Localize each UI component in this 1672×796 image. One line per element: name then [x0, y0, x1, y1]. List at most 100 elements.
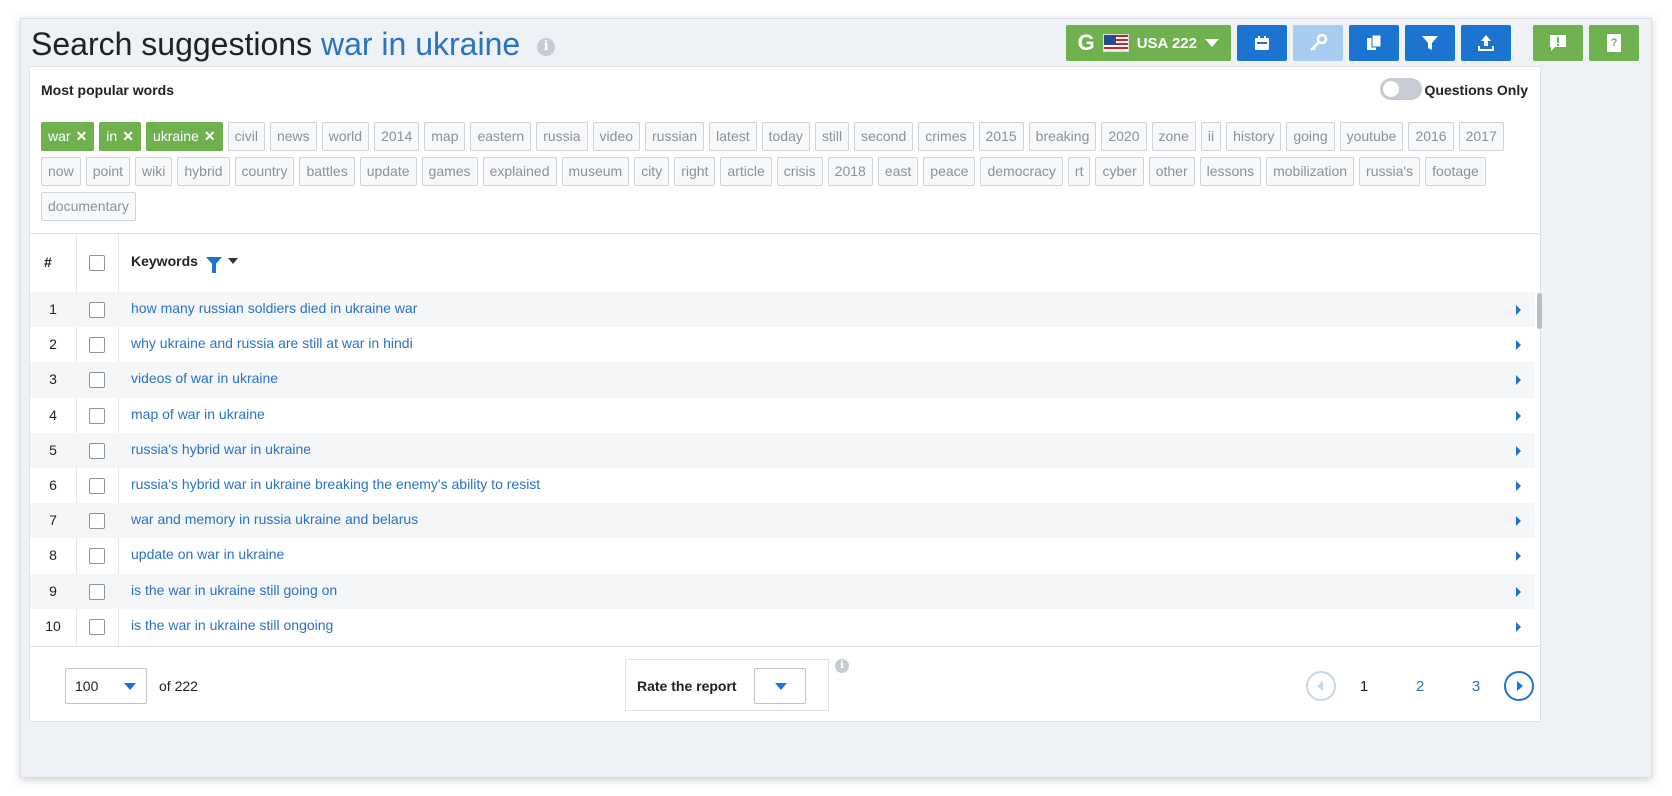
word-tag[interactable]: games	[421, 157, 478, 186]
word-tag[interactable]: now	[41, 157, 81, 186]
word-tag[interactable]: 2018	[827, 157, 873, 186]
selected-tag[interactable]: ukraine ✕	[145, 122, 223, 151]
info-icon[interactable]: i	[537, 37, 556, 56]
word-tag[interactable]: russian	[645, 122, 705, 151]
row-checkbox[interactable]	[89, 548, 105, 565]
prev-page-button[interactable]	[1306, 671, 1336, 701]
remove-tag-icon[interactable]: ✕	[122, 128, 134, 144]
expand-row-icon[interactable]	[1516, 621, 1521, 632]
word-tag[interactable]: other	[1148, 157, 1195, 186]
word-tag[interactable]: 2020	[1101, 122, 1147, 151]
help-button[interactable]: ?	[1589, 25, 1639, 61]
word-tag[interactable]: city	[634, 157, 670, 186]
filter-icon[interactable]	[205, 256, 222, 273]
word-tag[interactable]: update	[359, 157, 417, 186]
keyword-link[interactable]: russia's hybrid war in ukraine	[131, 441, 311, 457]
word-tag[interactable]: crisis	[776, 157, 823, 186]
table-scrollbar[interactable]	[1537, 293, 1542, 329]
word-tag[interactable]: 2014	[374, 122, 420, 151]
remove-tag-icon[interactable]: ✕	[204, 128, 216, 144]
expand-row-icon[interactable]	[1516, 480, 1521, 491]
feedback-button[interactable]	[1533, 25, 1583, 61]
row-checkbox[interactable]	[89, 407, 105, 424]
row-checkbox[interactable]	[89, 442, 105, 459]
selected-tag[interactable]: war ✕	[41, 122, 95, 151]
expand-row-icon[interactable]	[1516, 410, 1521, 421]
expand-row-icon[interactable]	[1516, 340, 1521, 351]
word-tag[interactable]: still	[814, 122, 850, 151]
word-tag[interactable]: 2016	[1408, 122, 1454, 151]
row-checkbox[interactable]	[89, 337, 105, 354]
word-tag[interactable]: mobilization	[1266, 157, 1355, 186]
word-tag[interactable]: news	[269, 122, 317, 151]
expand-row-icon[interactable]	[1516, 551, 1521, 562]
keyword-link[interactable]: videos of war in ukraine	[131, 370, 278, 386]
expand-row-icon[interactable]	[1516, 305, 1521, 315]
expand-row-icon[interactable]	[1516, 586, 1521, 597]
word-tag[interactable]: democracy	[980, 157, 1063, 186]
word-tag[interactable]: country	[234, 157, 295, 186]
keyword-link[interactable]: is the war in ukraine still going on	[131, 582, 337, 598]
expand-row-icon[interactable]	[1516, 445, 1521, 456]
sort-caret-icon[interactable]	[227, 258, 238, 264]
word-tag[interactable]: ii	[1200, 122, 1222, 151]
word-tag[interactable]: museum	[561, 157, 630, 186]
word-tag[interactable]: russia's	[1359, 157, 1421, 186]
word-tag[interactable]: battles	[299, 157, 355, 186]
word-tag[interactable]: going	[1286, 122, 1335, 151]
next-page-button[interactable]	[1504, 671, 1534, 701]
keyword-link[interactable]: how many russian soldiers died in ukrain…	[131, 300, 417, 316]
copy-button[interactable]	[1349, 25, 1399, 61]
keyword-link[interactable]: war and memory in russia ukraine and bel…	[131, 511, 418, 527]
word-tag[interactable]: today	[761, 122, 810, 151]
word-tag[interactable]: article	[720, 157, 772, 186]
word-tag[interactable]: documentary	[41, 192, 136, 221]
word-tag[interactable]: crimes	[918, 122, 974, 151]
row-checkbox[interactable]	[89, 618, 105, 635]
word-tag[interactable]: right	[674, 157, 716, 186]
location-selector-button[interactable]: G USA 222	[1065, 25, 1231, 61]
word-tag[interactable]: east	[877, 157, 919, 186]
word-tag[interactable]: russia	[536, 122, 588, 151]
per-page-select[interactable]: 100	[65, 668, 147, 704]
expand-row-icon[interactable]	[1516, 516, 1521, 527]
word-tag[interactable]: 2017	[1458, 122, 1504, 151]
word-tag[interactable]: hybrid	[177, 157, 230, 186]
word-tag[interactable]: lessons	[1199, 157, 1262, 186]
page-link-1[interactable]: 1	[1336, 678, 1392, 695]
row-checkbox[interactable]	[89, 302, 105, 318]
word-tag[interactable]: history	[1226, 122, 1282, 151]
page-link-3[interactable]: 3	[1448, 678, 1504, 695]
page-link-2[interactable]: 2	[1392, 678, 1448, 695]
keyword-link[interactable]: russia's hybrid war in ukraine breaking …	[131, 476, 540, 492]
word-tag[interactable]: 2015	[978, 122, 1024, 151]
questions-only-toggle[interactable]	[1380, 78, 1422, 100]
word-tag[interactable]: map	[424, 122, 466, 151]
expand-row-icon[interactable]	[1516, 375, 1521, 386]
word-tag[interactable]: second	[854, 122, 914, 151]
word-tag[interactable]: zone	[1151, 122, 1196, 151]
save-report-button[interactable]	[1237, 25, 1287, 61]
word-tag[interactable]: latest	[709, 122, 757, 151]
word-tag[interactable]: civil	[227, 122, 265, 151]
keyword-link[interactable]: update on war in ukraine	[131, 546, 284, 562]
info-icon[interactable]: i	[835, 659, 849, 673]
word-tag[interactable]: eastern	[470, 122, 532, 151]
keyword-link[interactable]: why ukraine and russia are still at war …	[131, 335, 413, 351]
row-checkbox[interactable]	[89, 477, 105, 494]
word-tag[interactable]: cyber	[1095, 157, 1144, 186]
word-tag[interactable]: explained	[482, 157, 557, 186]
remove-tag-icon[interactable]: ✕	[76, 128, 88, 144]
select-all-checkbox[interactable]	[89, 255, 105, 271]
rate-report-select[interactable]	[754, 668, 806, 704]
keyword-link[interactable]: map of war in ukraine	[131, 406, 265, 422]
word-tag[interactable]: video	[592, 122, 641, 151]
row-checkbox[interactable]	[89, 513, 105, 530]
word-tag[interactable]: wiki	[135, 157, 173, 186]
keyword-link[interactable]: is the war in ukraine still ongoing	[131, 617, 333, 633]
keyword-button[interactable]	[1293, 25, 1343, 61]
column-header-keywords[interactable]: Keywords	[131, 253, 238, 273]
selected-tag[interactable]: in ✕	[99, 122, 141, 151]
row-checkbox[interactable]	[89, 372, 105, 389]
word-tag[interactable]: world	[321, 122, 370, 151]
